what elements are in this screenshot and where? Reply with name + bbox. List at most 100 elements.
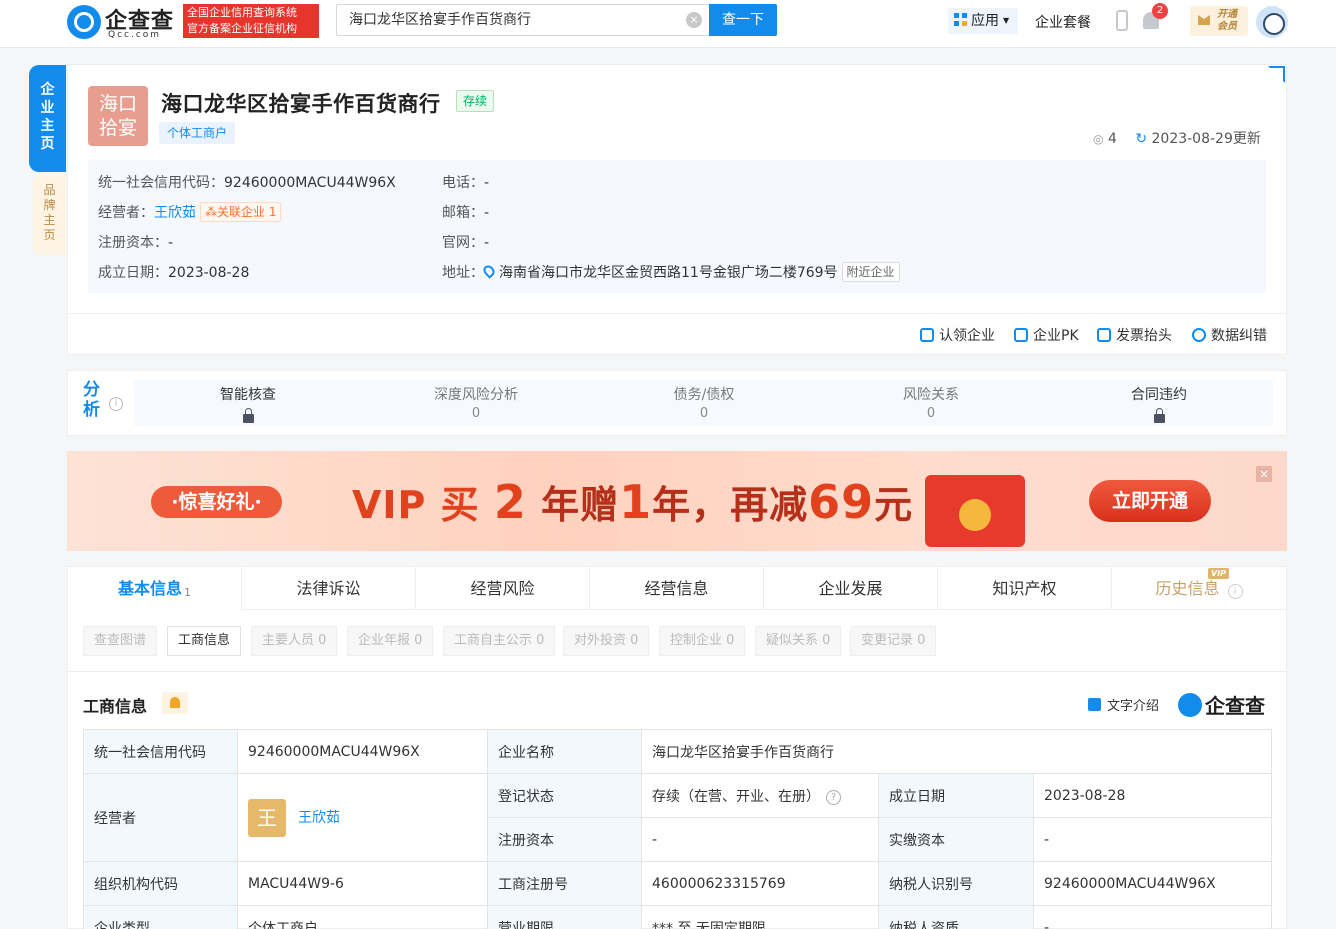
follow-icon[interactable]: ◎ bbox=[1093, 132, 1103, 146]
paid-capital-label: 实缴资本 bbox=[878, 817, 1034, 862]
brand-home-tab[interactable]: 品牌主页 bbox=[33, 175, 66, 255]
nearby-companies-button[interactable]: 附近企业 bbox=[841, 262, 900, 282]
apps-button[interactable]: 应用 ▼ bbox=[948, 8, 1018, 34]
promo-text: VIP 买 2 年赠1年，再减69元 bbox=[352, 474, 913, 533]
claim-company-button[interactable]: 认领企业 bbox=[920, 325, 995, 345]
taxpayer-value: - bbox=[1032, 905, 1273, 929]
subtab-annual-report[interactable]: 企业年报 0 bbox=[347, 626, 434, 656]
company-logo-line2: 拾宴 bbox=[98, 117, 137, 139]
related-companies-button[interactable]: ⁂关联企业 1 bbox=[200, 202, 282, 222]
founded-label: 成立日期： bbox=[98, 265, 168, 281]
analysis-title: 分析 bbox=[83, 380, 100, 420]
paid-capital-value: - bbox=[1032, 817, 1273, 862]
qcc-logo-icon[interactable] bbox=[67, 5, 101, 39]
table-row: 统一社会信用代码 92460000MACU44W96X 企业名称 海口龙华区拾宴… bbox=[83, 729, 1273, 774]
tab-basic-info[interactable]: 基本信息 1 bbox=[68, 567, 242, 610]
enterprise-package-link[interactable]: 企业套餐 bbox=[1035, 12, 1091, 32]
subtab-changes[interactable]: 变更记录 0 bbox=[850, 626, 937, 656]
company-name-value[interactable]: 海口龙华区拾宴手作百货商行 bbox=[640, 729, 1273, 774]
qr-code-icon[interactable] bbox=[1268, 66, 1285, 83]
phone-row: 电话：- bbox=[442, 172, 489, 192]
vip-open-line1: 开通 bbox=[1217, 9, 1237, 20]
section-title: 工商信息 bbox=[83, 697, 148, 716]
info-icon: i bbox=[1227, 584, 1243, 599]
data-correction-button[interactable]: 数据纠错 bbox=[1192, 325, 1267, 345]
company-logo: 海口 拾宴 bbox=[88, 86, 148, 146]
invoice-title-button[interactable]: 发票抬头 bbox=[1097, 325, 1172, 345]
operator-avatar[interactable]: 王 bbox=[248, 798, 286, 837]
debt-item[interactable]: 债务/债权 0 bbox=[644, 384, 764, 421]
help-icon[interactable]: ? bbox=[826, 789, 841, 805]
term-label: 营业期限 bbox=[487, 905, 642, 929]
claim-label: 认领企业 bbox=[939, 328, 995, 344]
search-input[interactable]: 海口龙华区拾宴手作百货商行 bbox=[336, 4, 710, 36]
pk-label: 企业PK bbox=[1033, 328, 1079, 344]
credit-code-value[interactable]: 92460000MACU44W96X bbox=[224, 175, 396, 191]
deep-risk-label: 深度风险分析 bbox=[434, 387, 518, 403]
company-logo-line1: 海口 bbox=[98, 93, 137, 115]
debt-label: 债务/债权 bbox=[673, 387, 735, 403]
subtab-suspected[interactable]: 疑似关系 0 bbox=[755, 626, 842, 656]
red-envelope-icon bbox=[925, 475, 1025, 547]
subtab-investments[interactable]: 对外投资 0 bbox=[563, 626, 650, 656]
biz-reg-label: 工商注册号 bbox=[487, 861, 642, 906]
user-avatar[interactable] bbox=[1256, 6, 1288, 38]
reg-status-cell: 存续（在营、开业、在册）? bbox=[641, 773, 879, 818]
tab-basic-info-count: 1 bbox=[184, 586, 191, 599]
deep-risk-item[interactable]: 深度风险分析 0 bbox=[416, 384, 536, 421]
open-vip-button[interactable]: 开通 会员 bbox=[1190, 6, 1248, 36]
banner-close-icon[interactable]: × bbox=[1256, 466, 1272, 482]
operator-link[interactable]: 王欣茹 bbox=[154, 205, 196, 221]
subscribe-bell-icon[interactable] bbox=[162, 692, 188, 714]
table-row: 组织机构代码 MACU44W9-6 工商注册号 460000623315769 … bbox=[83, 861, 1273, 906]
lock-icon bbox=[242, 408, 254, 423]
contract-breach-item[interactable]: 合同违约 bbox=[1099, 384, 1219, 427]
org-code-value: MACU44W9-6 bbox=[237, 861, 488, 906]
capital-value: - bbox=[168, 235, 174, 251]
refresh-icon[interactable]: ↻ bbox=[1135, 131, 1147, 147]
email-value: - bbox=[484, 205, 490, 221]
phone-value: - bbox=[484, 175, 490, 191]
email-label: 邮箱： bbox=[442, 205, 484, 221]
subtab-biz-info[interactable]: 工商信息 bbox=[167, 626, 242, 656]
founded-value: 2023-08-28 bbox=[1032, 773, 1273, 818]
tax-id-value: 92460000MACU44W96X bbox=[1032, 861, 1273, 906]
promo-text-b: 年赠 bbox=[526, 483, 620, 527]
operator-link[interactable]: 王欣茹 bbox=[298, 810, 340, 826]
brand-home-label: 品牌主页 bbox=[43, 183, 56, 242]
subtab-self-disclosure[interactable]: 工商自主公示 0 bbox=[443, 626, 556, 656]
tab-business-risk[interactable]: 经营风险 bbox=[416, 567, 590, 610]
company-home-tab[interactable]: 企业主页 bbox=[29, 65, 66, 172]
tab-development[interactable]: 企业发展 bbox=[764, 567, 938, 610]
address-value[interactable]: 海南省海口市龙华区金贸西路11号金银广场二楼769号 bbox=[499, 265, 838, 281]
open-now-button[interactable]: 立即开通 bbox=[1089, 480, 1211, 522]
company-pk-button[interactable]: 企业PK bbox=[1014, 325, 1079, 345]
risk-relation-item[interactable]: 风险关系 0 bbox=[871, 384, 991, 421]
phone-icon[interactable] bbox=[1116, 10, 1128, 31]
chevron-down-icon: ▼ bbox=[1003, 16, 1010, 25]
smart-check-item[interactable]: 智能核查 bbox=[188, 384, 308, 427]
slogan-line1: 全国企业信用查询系统 bbox=[187, 6, 297, 19]
credit-code-value[interactable]: 92460000MACU44W96X bbox=[237, 729, 488, 774]
subtab-controlled[interactable]: 控制企业 0 bbox=[659, 626, 746, 656]
company-name-label: 企业名称 bbox=[487, 729, 642, 774]
credit-code-label: 统一社会信用代码 bbox=[83, 729, 238, 774]
tab-ip[interactable]: 知识产权 bbox=[938, 567, 1112, 610]
subtab-graph[interactable]: 查查图谱 bbox=[83, 626, 158, 656]
search-button[interactable]: 查一下 bbox=[709, 4, 777, 36]
subtab-key-personnel[interactable]: 主要人员 0 bbox=[251, 626, 338, 656]
related-label: 关联企业 bbox=[217, 205, 266, 219]
term-value: *** 至 无固定期限 bbox=[641, 905, 879, 929]
tab-business-info[interactable]: 经营信息 bbox=[590, 567, 764, 610]
info-icon[interactable]: i bbox=[109, 397, 123, 411]
capital-row: 注册资本：- bbox=[98, 232, 173, 252]
text-intro-button[interactable]: 文字介绍 bbox=[1088, 695, 1159, 714]
clear-icon[interactable]: × bbox=[686, 12, 702, 28]
tab-legal[interactable]: 法律诉讼 bbox=[242, 567, 416, 610]
status-badge: 存续 bbox=[456, 90, 495, 112]
ent-type-label: 企业类型 bbox=[83, 905, 238, 929]
qcc-logo-icon bbox=[1178, 693, 1202, 717]
tab-history[interactable]: 历史信息 i bbox=[1112, 567, 1286, 610]
business-info-table: 统一社会信用代码 92460000MACU44W96X 企业名称 海口龙华区拾宴… bbox=[83, 729, 1273, 929]
operator-label: 经营者： bbox=[98, 205, 154, 221]
